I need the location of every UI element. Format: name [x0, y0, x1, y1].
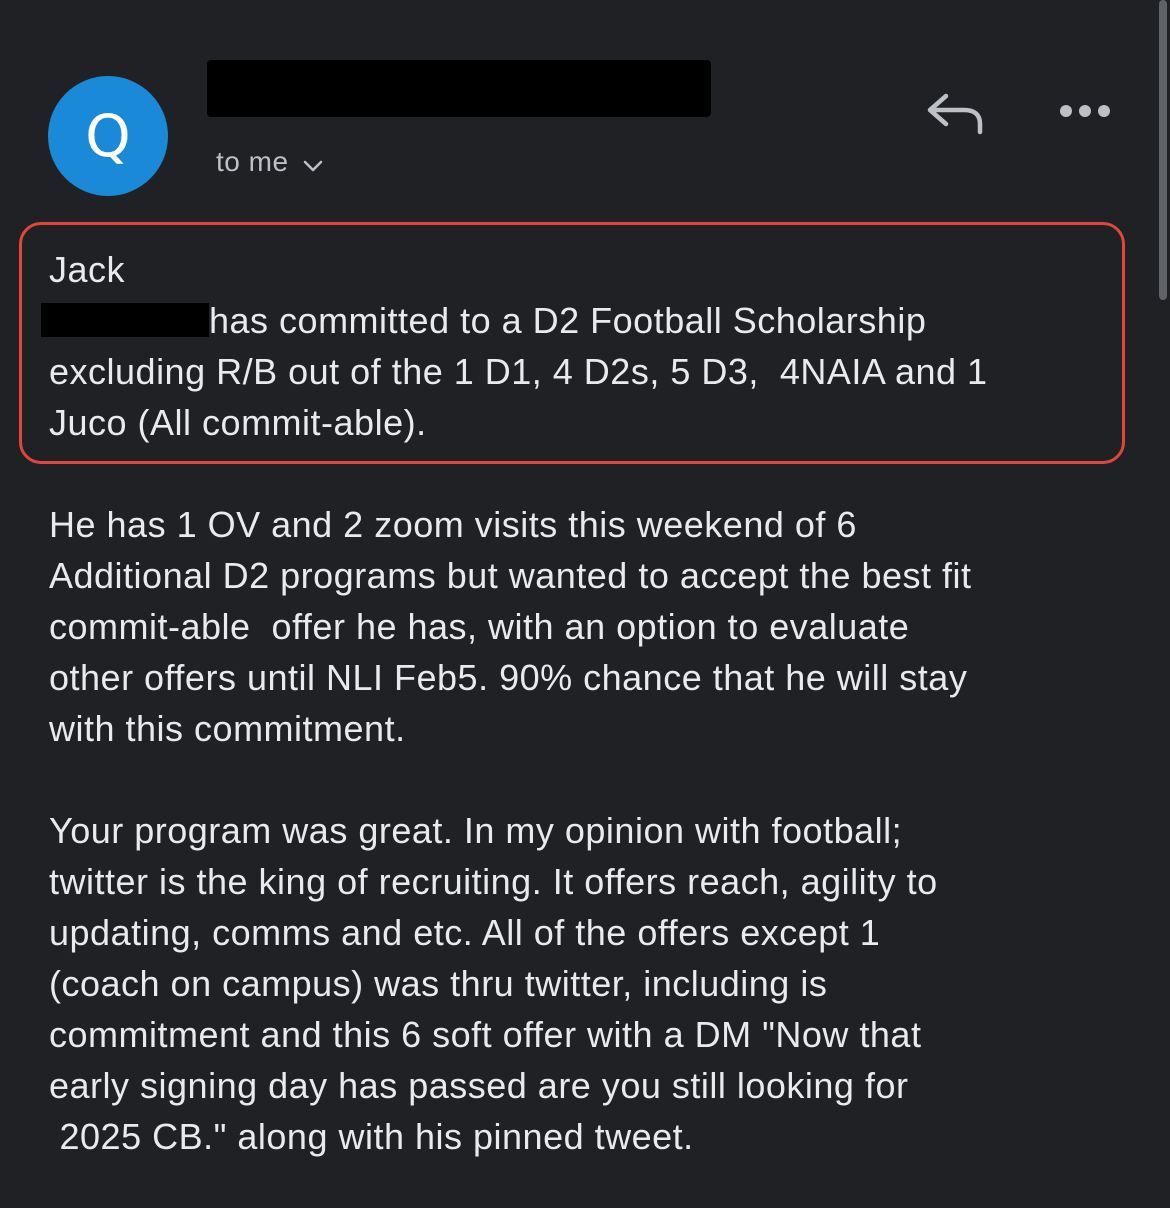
paragraph-2-line: Your program was great. In my opinion wi…: [49, 810, 903, 851]
recipient-label: to me: [216, 146, 289, 177]
paragraph-2-line: 2025 CB." along with his pinned tweet.: [49, 1116, 694, 1157]
paragraph-2-line: commitment and this 6 soft offer with a …: [49, 1014, 922, 1055]
paragraph-1-line: commit-able offer he has, with an option…: [49, 606, 910, 647]
more-horizontal-icon[interactable]: [1056, 96, 1114, 126]
sender-name-redacted: [207, 60, 711, 117]
reply-icon[interactable]: [924, 88, 986, 138]
player-name-redacted: [41, 303, 209, 337]
paragraph-2-line: early signing day has passed are you sti…: [49, 1065, 909, 1106]
commit-line-3: Juco (All commit-able).: [49, 402, 427, 443]
greeting: Jack: [49, 249, 126, 290]
scrollbar[interactable]: [1159, 0, 1167, 300]
paragraph-1-line: Additional D2 programs but wanted to acc…: [49, 555, 972, 596]
recipient-details-toggle[interactable]: to me: [216, 146, 323, 178]
paragraph-2-line: twitter is the king of recruiting. It of…: [49, 861, 938, 902]
paragraph-2-line: updating, comms and etc. All of the offe…: [49, 912, 881, 953]
paragraph-1-line: with this commitment.: [49, 708, 406, 749]
sender-avatar[interactable]: Q: [48, 76, 168, 196]
paragraph-1-line: He has 1 OV and 2 zoom visits this weeke…: [49, 504, 857, 545]
avatar-letter: Q: [85, 102, 131, 170]
paragraph-1-line: other offers until NLI Feb5. 90% chance …: [49, 657, 968, 698]
chevron-down-icon: [303, 160, 322, 172]
commit-line-1: has committed to a D2 Football Scholarsh…: [209, 300, 927, 341]
paragraph-2-line: (coach on campus) was thru twitter, incl…: [49, 963, 828, 1004]
commit-line-2: excluding R/B out of the 1 D1, 4 D2s, 5 …: [49, 351, 988, 392]
